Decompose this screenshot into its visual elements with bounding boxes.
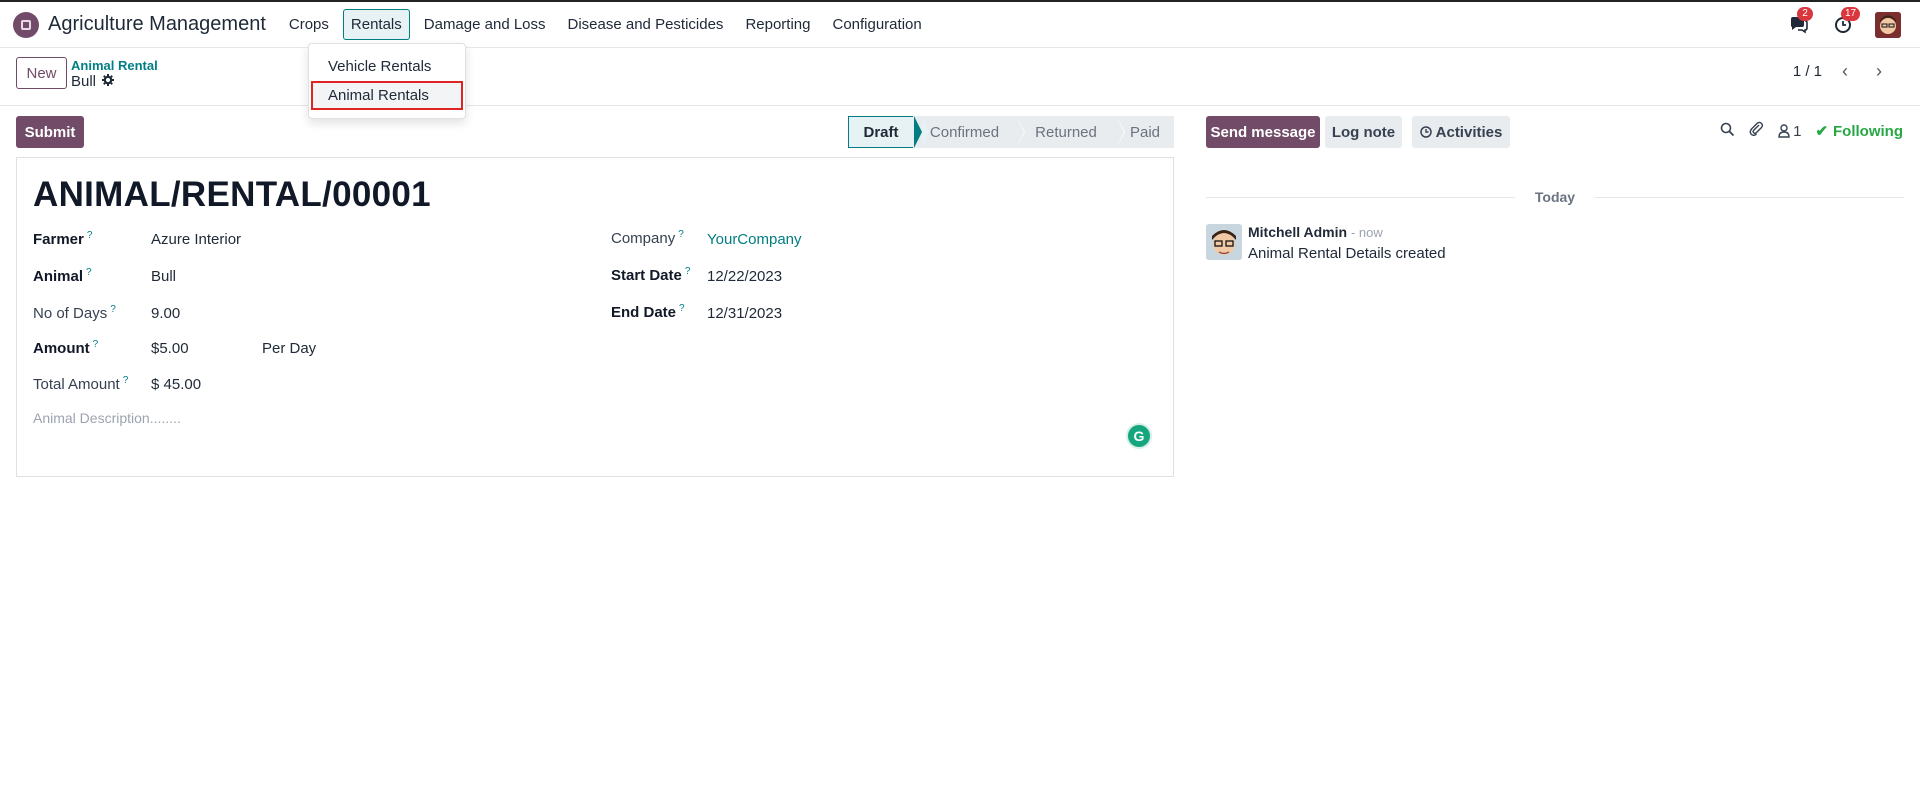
company-field[interactable]: YourCompany: [707, 231, 802, 248]
breadcrumb-parent[interactable]: Animal Rental: [71, 58, 158, 73]
chatter-tools: 1 ✔ Following: [1720, 121, 1903, 141]
control-panel: New Animal Rental Bull 1 / 1 ‹ ›: [0, 48, 1920, 106]
following-label: Following: [1833, 122, 1903, 140]
check-icon: ✔: [1815, 123, 1829, 140]
total-amount-field: $ 45.00: [151, 376, 202, 393]
activities-button-label: Activities: [1435, 123, 1503, 141]
following-button[interactable]: ✔ Following: [1815, 122, 1903, 141]
message-time: - now: [1350, 225, 1383, 240]
form-sheet: ANIMAL/RENTAL/00001 Farmer? Azure Interi…: [16, 157, 1174, 477]
stage-draft[interactable]: Draft: [848, 116, 929, 148]
stage-returned[interactable]: Returned: [1016, 116, 1125, 148]
amount-label: Amount?: [33, 339, 99, 357]
menu-damage-and-loss[interactable]: Damage and Loss: [416, 9, 554, 40]
submit-button[interactable]: Submit: [16, 116, 84, 148]
days-label: No of Days?: [33, 304, 116, 322]
company-label: Company?: [611, 229, 684, 247]
rentals-dropdown: Vehicle Rentals Animal Rentals: [308, 43, 466, 119]
start-date-field[interactable]: 12/22/2023: [707, 268, 782, 285]
paperclip-icon[interactable]: [1749, 121, 1764, 141]
chevron-right-icon[interactable]: ›: [1868, 60, 1890, 82]
amount-unit: Per Day: [262, 340, 317, 357]
breadcrumb-current-label: Bull: [71, 73, 97, 90]
activities-clock-icon[interactable]: 17: [1831, 7, 1861, 37]
log-note-button[interactable]: Log note: [1325, 116, 1402, 148]
start-date-label: Start Date?: [611, 266, 691, 284]
dropdown-vehicle-rentals[interactable]: Vehicle Rentals: [309, 52, 465, 81]
message-author-avatar[interactable]: [1206, 224, 1242, 260]
activities-button[interactable]: Activities: [1412, 116, 1510, 148]
user-icon: [1778, 124, 1790, 138]
stage-confirmed-label: Confirmed: [929, 123, 1000, 141]
messages-badge: 2: [1797, 7, 1813, 21]
breadcrumb-current: Bull: [71, 73, 115, 90]
search-icon[interactable]: [1720, 122, 1735, 141]
pager: 1 / 1 ‹ ›: [1793, 60, 1890, 82]
date-separator-label: Today: [1534, 189, 1576, 205]
end-date-field[interactable]: 12/31/2023: [707, 305, 782, 322]
total-amount-label: Total Amount?: [33, 375, 129, 393]
animal-description-field[interactable]: Animal Description........: [33, 410, 181, 426]
stage-draft-label: Draft: [863, 123, 899, 141]
dropdown-animal-rentals[interactable]: Animal Rentals: [311, 81, 463, 110]
chevron-left-icon[interactable]: ‹: [1834, 60, 1856, 82]
days-field[interactable]: 9.00: [151, 305, 180, 322]
send-message-button[interactable]: Send message: [1206, 116, 1320, 148]
animal-label: Animal?: [33, 267, 92, 285]
farmer-label: Farmer?: [33, 230, 93, 248]
app-menu-icon[interactable]: [13, 11, 39, 38]
top-navbar: Agriculture Management Crops Rentals Dam…: [0, 2, 1920, 48]
record-title: ANIMAL/RENTAL/00001: [33, 175, 431, 214]
clock-icon: [1419, 126, 1432, 138]
followers-button[interactable]: 1: [1778, 123, 1801, 140]
message-author[interactable]: Mitchell Admin - now: [1248, 224, 1383, 240]
pager-value[interactable]: 1 / 1: [1793, 63, 1822, 80]
menu-configuration[interactable]: Configuration: [824, 9, 929, 40]
menu-reporting[interactable]: Reporting: [737, 9, 818, 40]
navbar-systray: 2 17: [1787, 2, 1920, 48]
gear-icon[interactable]: [102, 73, 115, 90]
end-date-label: End Date?: [611, 303, 685, 321]
message-author-name[interactable]: Mitchell Admin: [1248, 224, 1347, 240]
message-body: Animal Rental Details created: [1248, 245, 1446, 262]
app-title[interactable]: Agriculture Management: [48, 13, 266, 36]
stage-returned-label: Returned: [1035, 123, 1097, 141]
farmer-field[interactable]: Azure Interior: [151, 231, 241, 248]
animal-field[interactable]: Bull: [151, 268, 176, 285]
menu-crops[interactable]: Crops: [281, 9, 337, 40]
stage-paid-label: Paid: [1129, 123, 1161, 141]
menu-rentals[interactable]: Rentals: [342, 9, 410, 40]
status-stages: Draft Confirmed Returned Paid: [848, 116, 1174, 148]
activities-badge: 17: [1841, 7, 1861, 21]
amount-field[interactable]: $5.00: [151, 340, 189, 357]
new-button[interactable]: New: [16, 57, 67, 89]
grammarly-icon[interactable]: G: [1126, 423, 1152, 449]
messages-icon[interactable]: 2: [1787, 7, 1813, 37]
menu-disease-and-pesticides[interactable]: Disease and Pesticides: [560, 9, 732, 40]
user-avatar[interactable]: [1875, 12, 1901, 38]
date-separator: Today: [1206, 188, 1905, 206]
followers-count: 1: [1793, 122, 1802, 140]
